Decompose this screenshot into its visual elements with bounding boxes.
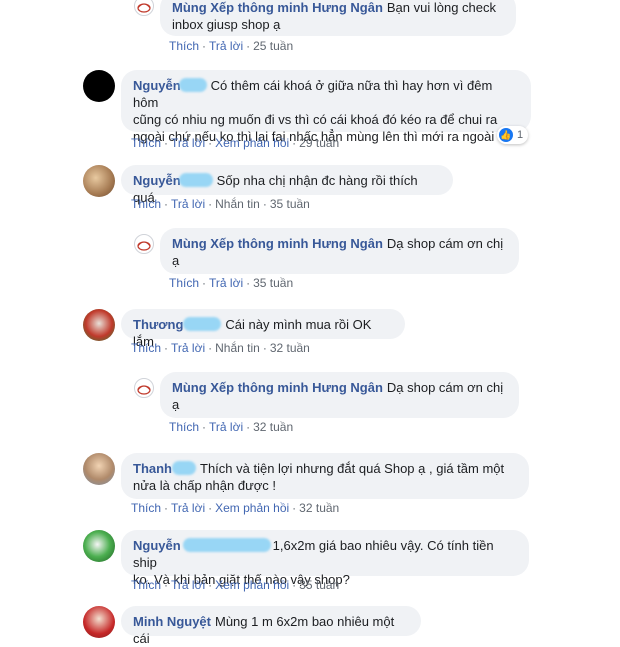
like-link[interactable]: Thích (131, 197, 161, 211)
comment-actions: Thích · Trả lời · Xem phản hồi · 29 tuần (131, 136, 340, 150)
comment-text: Bạn vui lòng check (386, 0, 497, 15)
message-link[interactable]: Nhắn tin (215, 197, 260, 211)
comment-bubble: Mùng Xếp thông minh Hưng Ngân Bạn vui lòn… (160, 0, 516, 36)
reply-link[interactable]: Trả lời (209, 39, 243, 53)
comment-actions: Thích · Trả lời · Xem phản hồi · 32 tuần (131, 501, 340, 515)
comment-bubble: Mùng Xếp thông minh Hưng Ngân Dạ shop cám… (160, 228, 519, 274)
reply-link[interactable]: Trả lời (171, 501, 205, 515)
like-link[interactable]: Thích (131, 136, 161, 150)
thumbs-up-icon: 👍 (499, 128, 513, 142)
like-link[interactable]: Thích (169, 276, 199, 290)
see-replies-link[interactable]: Xem phản hồi (215, 136, 289, 150)
comment-bubble: Nguyễn Có thêm cái khoá ở giữa nữa thì ha… (121, 70, 531, 144)
comment-author[interactable]: Mùng Xếp thông minh Hưng Ngân (172, 236, 383, 251)
reply-link[interactable]: Trả lời (209, 420, 243, 434)
comment-actions: Thích · Trả lời · 25 tuần (169, 39, 294, 53)
user-avatar[interactable] (83, 606, 115, 638)
redacted-name (183, 317, 222, 331)
message-link[interactable]: Nhắn tin (215, 341, 260, 355)
reaction-count[interactable]: 👍 1 (497, 126, 529, 144)
like-link[interactable]: Thích (169, 39, 199, 53)
comment-time[interactable]: 29 tuần (299, 136, 339, 150)
user-avatar[interactable] (83, 309, 115, 341)
comment-bubble: Nguyễn Sốp nha chị nhận đc hàng rồi thích… (121, 165, 453, 205)
reply-link[interactable]: Trả lời (171, 341, 205, 355)
user-avatar[interactable] (83, 530, 115, 562)
comment-actions: Thích · Trả lời · Nhắn tin · 32 tuần (131, 341, 310, 355)
comment-text: inbox giusp shop ạ (172, 17, 281, 32)
comment-time[interactable]: 35 tuần (299, 578, 339, 592)
comment-actions: Thích · Trả lời · 35 tuần (169, 276, 294, 290)
comment-text: Dạ shop cám ơn chị (386, 380, 504, 395)
see-replies-link[interactable]: Xem phản hồi (215, 501, 289, 515)
comment-author[interactable]: Mùng Xếp thông minh Hưng Ngân (172, 0, 383, 15)
comment-text: cũng có nhiu ng muốn đi vs thì có cái kh… (133, 112, 498, 127)
comment-bubble: Minh Nguyệt Mùng 1 m 6x2m bao nhiêu một c… (121, 606, 421, 646)
comment-text: Thích và tiện lợi nhưng đắt quá Shop ạ ,… (200, 461, 505, 476)
user-avatar[interactable] (83, 70, 115, 102)
comment-time[interactable]: 32 tuần (299, 501, 339, 515)
comment-text: nửa là chấp nhận được ! (133, 478, 277, 493)
comment-text: Dạ shop cám ơn chị (386, 236, 504, 251)
comment-bubble: Nguyễn 1,6x2m giá bao nhiêu vậy. Có tính … (121, 530, 529, 587)
redacted-name (182, 538, 271, 552)
user-avatar[interactable] (83, 165, 115, 197)
comment-time[interactable]: 35 tuần (270, 197, 310, 211)
comment-time[interactable]: 32 tuần (270, 341, 310, 355)
like-link[interactable]: Thích (131, 578, 161, 592)
comment-time[interactable]: 25 tuần (253, 39, 293, 53)
comment-author[interactable]: Mùng Xếp thông minh Hưng Ngân (172, 380, 383, 395)
shop-avatar[interactable] (134, 234, 154, 254)
see-replies-link[interactable]: Xem phản hồi (215, 578, 289, 592)
shop-avatar[interactable] (134, 378, 154, 398)
comment-bubble: Thương Cái này mình mua rồi OK lắm (121, 309, 405, 349)
reply-link[interactable]: Trả lời (171, 136, 205, 150)
user-avatar[interactable] (83, 453, 115, 485)
comment-text: ạ (172, 397, 180, 412)
like-link[interactable]: Thích (169, 420, 199, 434)
reply-link[interactable]: Trả lời (171, 197, 205, 211)
like-link[interactable]: Thích (131, 341, 161, 355)
reply-link[interactable]: Trả lời (209, 276, 243, 290)
comment-bubble: Thanh Thích và tiện lợi nhưng đắt quá Sho… (121, 453, 529, 499)
comment-author[interactable]: Nguyễn (133, 538, 181, 553)
redacted-name (172, 461, 196, 475)
redacted-name (178, 78, 207, 92)
comment-time[interactable]: 32 tuần (253, 420, 293, 434)
redacted-name (178, 173, 213, 187)
comment-text: ạ (172, 253, 180, 268)
comment-bubble: Mùng Xếp thông minh Hưng Ngân Dạ shop cám… (160, 372, 519, 418)
comment-author[interactable]: Minh Nguyệt (133, 614, 211, 629)
comment-author[interactable]: Nguyễn (133, 173, 181, 188)
comment-actions: Thích · Trả lời · Xem phản hồi · 35 tuần (131, 578, 340, 592)
reply-link[interactable]: Trả lời (171, 578, 205, 592)
comment-author[interactable]: Thương (133, 317, 183, 332)
shop-avatar[interactable] (134, 0, 154, 16)
like-link[interactable]: Thích (131, 501, 161, 515)
comment-time[interactable]: 35 tuần (253, 276, 293, 290)
comment-actions: Thích · Trả lời · Nhắn tin · 35 tuần (131, 197, 310, 211)
comment-author[interactable]: Thanh (133, 461, 172, 476)
comment-actions: Thích · Trả lời · 32 tuần (169, 420, 294, 434)
comment-author[interactable]: Nguyễn (133, 78, 181, 93)
